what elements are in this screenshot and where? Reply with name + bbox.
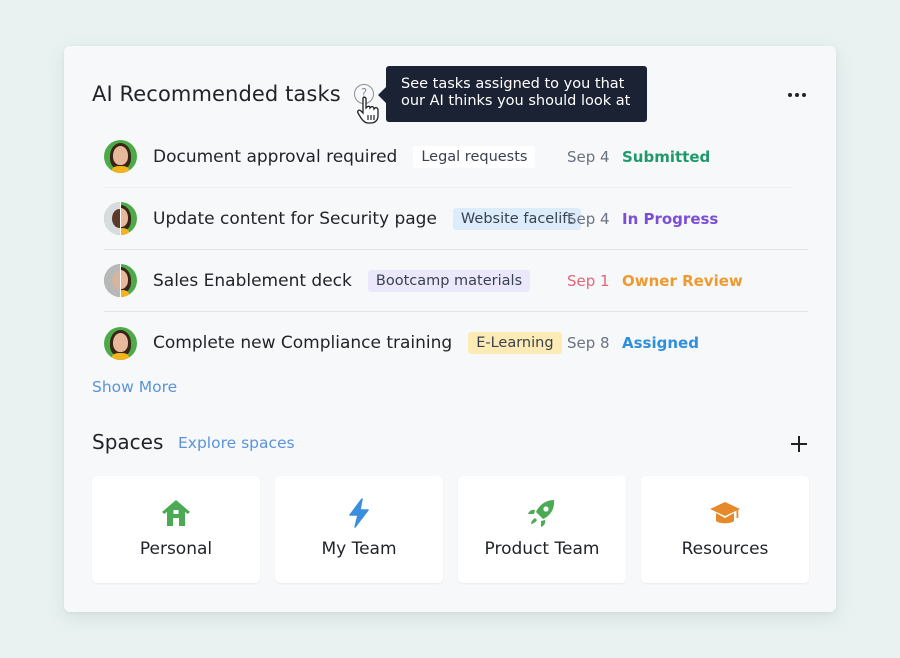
task-tag[interactable]: Website facelift	[452, 207, 581, 230]
help-tooltip: See tasks assigned to you that our AI th…	[378, 66, 647, 122]
spaces-grid: Personal My Team Product Team Resources	[92, 476, 809, 583]
space-card-resources[interactable]: Resources	[641, 476, 809, 583]
rocket-icon	[528, 500, 555, 527]
task-name[interactable]: Update content for Security page	[153, 209, 437, 229]
show-more-link[interactable]: Show More	[92, 378, 177, 396]
space-card-product-team[interactable]: Product Team	[458, 476, 626, 583]
task-list: Document approval required Legal request…	[104, 126, 808, 374]
task-tag[interactable]: Bootcamp materials	[367, 269, 531, 292]
space-card-my-team[interactable]: My Team	[275, 476, 443, 583]
task-row[interactable]: Sales Enablement deck Bootcamp materials…	[104, 250, 808, 312]
space-label: Personal	[139, 539, 213, 559]
status-badge: Assigned	[622, 334, 699, 352]
task-tag[interactable]: Legal requests	[413, 145, 536, 168]
status-badge: Owner Review	[622, 271, 743, 290]
task-date: Sep 1	[567, 271, 610, 290]
space-label: Resources	[681, 539, 769, 559]
task-tag[interactable]: E-Learning	[468, 332, 562, 354]
avatar	[104, 326, 137, 360]
task-name[interactable]: Sales Enablement deck	[153, 271, 352, 291]
status-badge: In Progress	[622, 209, 719, 228]
ellipsis-icon[interactable]	[786, 90, 808, 100]
explore-spaces-link[interactable]: Explore spaces	[178, 434, 295, 452]
space-label: My Team	[321, 539, 397, 559]
hand-cursor-icon	[357, 96, 379, 124]
task-name[interactable]: Complete new Compliance training	[153, 333, 452, 353]
task-row[interactable]: Complete new Compliance training E-Learn…	[104, 312, 808, 374]
page-title: AI Recommended tasks	[92, 82, 341, 106]
task-date: Sep 4	[567, 147, 610, 166]
task-row[interactable]: Document approval required Legal request…	[104, 126, 792, 188]
space-card-personal[interactable]: Personal	[92, 476, 260, 583]
avatar	[104, 140, 137, 173]
plus-icon[interactable]	[791, 436, 807, 452]
spaces-heading: Spaces	[92, 430, 164, 454]
space-label: Product Team	[484, 539, 600, 559]
ai-tasks-card: AI Recommended tasks ? See tasks assigne…	[64, 46, 836, 612]
task-date: Sep 8	[567, 334, 610, 352]
task-name[interactable]: Document approval required	[153, 147, 397, 167]
graduation-cap-icon	[710, 502, 740, 524]
lightning-icon	[349, 498, 369, 528]
task-row[interactable]: Update content for Security page Website…	[104, 188, 808, 250]
status-badge: Submitted	[622, 147, 711, 166]
home-icon	[162, 500, 190, 526]
task-date: Sep 4	[567, 209, 610, 228]
avatar	[104, 202, 137, 235]
avatar	[104, 264, 137, 297]
